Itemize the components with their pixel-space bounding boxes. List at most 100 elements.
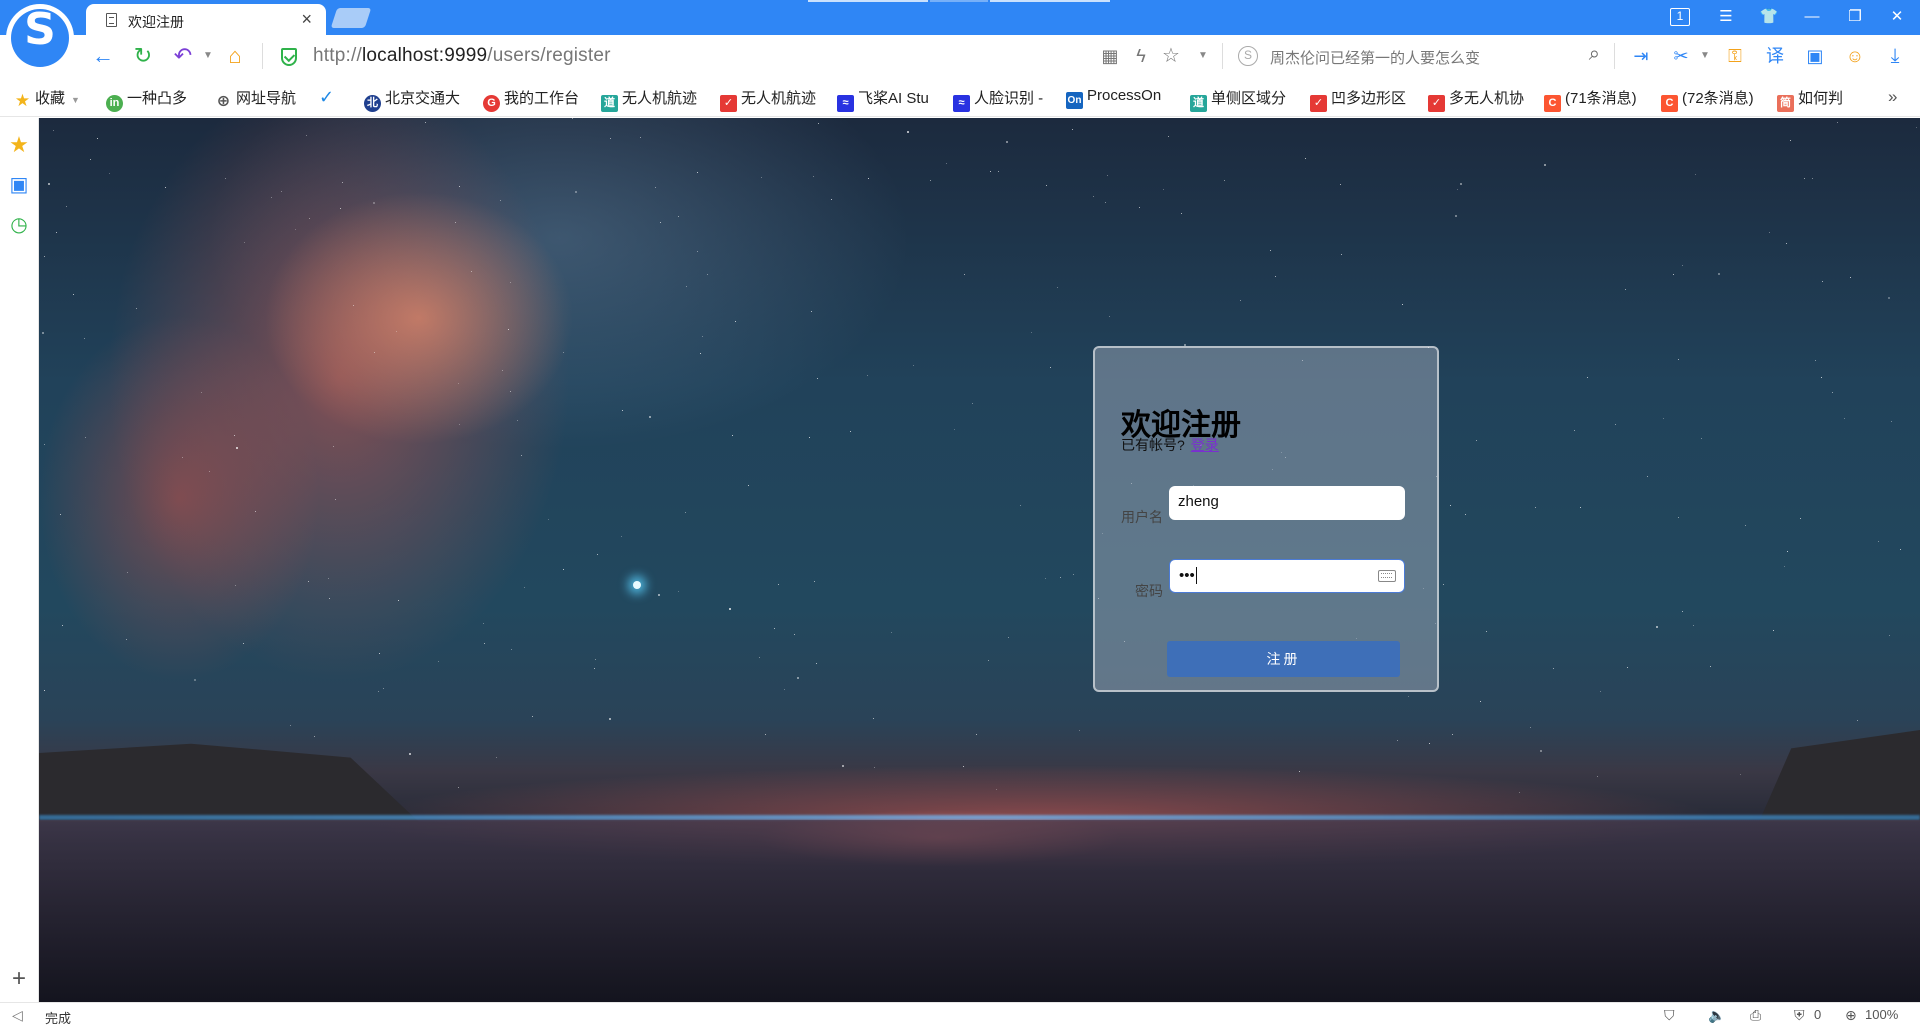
search-icon[interactable]: ⌕ (1589, 43, 1600, 66)
star (126, 639, 127, 640)
collapse-sidebar-icon[interactable]: ◁ (12, 1007, 23, 1024)
refresh-icon[interactable]: ↻ (130, 43, 156, 69)
skin-icon[interactable]: 👕 (1757, 6, 1781, 28)
search-suggestion[interactable]: 周杰伦问已经第一的人要怎么变 (1270, 47, 1480, 68)
bookmark-item[interactable]: 道单侧区域分 (1190, 87, 1286, 112)
tab-close-button[interactable]: × (301, 9, 312, 29)
bookmark-item[interactable]: G 我的工作台 (483, 87, 579, 112)
jian-icon: 简 (1777, 95, 1794, 112)
register-button[interactable]: 注册 (1167, 641, 1400, 677)
dropdown-icon[interactable]: ▼ (1190, 43, 1216, 69)
window-number-icon[interactable]: 1 (1670, 8, 1690, 26)
search-box[interactable]: S 周杰伦问已经第一的人要怎么变 ⌕ (1220, 43, 1600, 69)
star (748, 485, 749, 486)
star (409, 753, 411, 755)
bookmark-item[interactable]: ✓ 无人机航迹 (720, 87, 816, 112)
zoom-icon[interactable]: ⊕ (1845, 1007, 1857, 1024)
star (1625, 289, 1626, 290)
star (817, 378, 818, 379)
password-input[interactable]: ••• (1169, 559, 1405, 593)
browser-logo[interactable]: S (6, 4, 74, 72)
star (353, 305, 354, 306)
close-window-icon[interactable]: ✕ (1885, 6, 1909, 28)
star (842, 765, 844, 767)
translate-icon[interactable]: 译 (1762, 43, 1788, 69)
star (1888, 297, 1890, 299)
ad-block-count: 0 (1814, 1007, 1822, 1022)
login-link[interactable]: 登录 (1191, 437, 1219, 453)
title-accent-line (990, 0, 1110, 2)
star (702, 336, 703, 337)
sign-in-icon[interactable]: ⇥ (1628, 43, 1654, 69)
tab-register[interactable]: 欢迎注册 × (86, 4, 326, 35)
lightning-icon[interactable]: ϟ (1128, 43, 1154, 69)
star (732, 435, 733, 436)
bookmark-item[interactable]: 北北京交通大 (364, 87, 460, 112)
keyboard-icon[interactable] (1378, 570, 1396, 582)
minimize-icon[interactable]: — (1800, 6, 1824, 28)
screen-icon[interactable]: ▣ (1802, 43, 1828, 69)
star (85, 437, 86, 438)
back-icon[interactable]: ← (90, 43, 116, 69)
menu-icon[interactable]: ☰ (1714, 6, 1738, 28)
star (255, 511, 256, 512)
new-tab-button[interactable] (330, 8, 372, 28)
reader-icon[interactable]: ▣ (6, 172, 32, 198)
undo-dropdown-icon[interactable]: ▼ (195, 43, 221, 69)
more-bookmarks-icon[interactable]: » (1888, 87, 1897, 107)
bookmark-item[interactable]: ≈ 飞桨AI Stu (837, 87, 929, 112)
history-clock-icon[interactable]: ◷ (6, 212, 32, 238)
bookmark-item[interactable]: C (71条消息) (1544, 87, 1637, 112)
emoji-icon[interactable]: ☺ (1842, 43, 1868, 69)
username-input[interactable]: zheng (1169, 486, 1405, 520)
restore-icon[interactable]: ❐ (1843, 6, 1867, 28)
security-icon[interactable]: ⛉ (1664, 1007, 1675, 1024)
star (1163, 189, 1164, 190)
scissors-dropdown-icon[interactable]: ▼ (1692, 43, 1718, 69)
star (595, 659, 596, 660)
star (1682, 611, 1683, 612)
address-input[interactable]: http://localhost:9999/users/register (313, 45, 611, 67)
bookmark-star-icon[interactable]: ☆ (1158, 43, 1184, 69)
star (913, 365, 914, 366)
bookmark-item[interactable]: ✓ 凹多边形区 (1310, 87, 1406, 112)
paper-red-icon: ✓ (1428, 95, 1445, 112)
favorites-star-icon[interactable]: ★ (6, 132, 32, 158)
paper-icon: 道 (601, 95, 618, 112)
bookmark-item[interactable]: 简如何判 (1777, 87, 1843, 112)
star (511, 649, 512, 650)
speaker-icon[interactable]: 🔈 (1708, 1007, 1725, 1024)
star (532, 716, 533, 717)
star (621, 536, 622, 537)
star (1678, 517, 1679, 518)
star (1821, 377, 1822, 378)
key-icon[interactable]: ⚿ (1722, 43, 1748, 69)
bookmark-favorites[interactable]: ★ 收藏 ▼ (14, 87, 80, 109)
paper-icon: 道 (1190, 95, 1207, 112)
star (398, 600, 399, 601)
bookmark-item[interactable]: C (72条消息) (1661, 87, 1754, 112)
star (990, 171, 991, 172)
star (548, 519, 549, 520)
paddle-icon: ≈ (953, 95, 970, 112)
qr-code-icon[interactable]: ▦ (1097, 43, 1123, 69)
print-icon[interactable]: ⎙ (1750, 1007, 1761, 1024)
download-icon[interactable]: ⤓ (1882, 43, 1908, 69)
bookmark-item[interactable]: ≈ 人脸识别 - (953, 87, 1043, 112)
ad-block-icon[interactable]: ⛨ (1794, 1007, 1805, 1024)
zoom-level[interactable]: 100% (1865, 1007, 1898, 1022)
star (66, 206, 67, 207)
bookmark-item[interactable]: 道无人机航迹 (601, 87, 697, 112)
bookmark-item[interactable]: in 一种凸多 (106, 87, 187, 112)
bookmark-item[interactable]: On ProcessOn (1066, 87, 1161, 109)
scissors-icon[interactable]: ✂ (1668, 43, 1694, 69)
bookmark-item[interactable]: ✓ (318, 87, 339, 107)
register-card: 欢迎注册 已有帐号? 登录 用户名 zheng 密码 ••• 注册 (1093, 346, 1439, 692)
undo-close-icon[interactable]: ↶ (170, 43, 196, 69)
star (235, 585, 236, 586)
add-sidebar-icon[interactable]: + (6, 966, 32, 992)
bookmark-item[interactable]: ✓ 多无人机协 (1428, 87, 1524, 112)
bookmark-item[interactable]: ⊕ 网址导航 (215, 87, 296, 110)
home-icon[interactable]: ⌂ (222, 43, 248, 69)
star (1580, 507, 1581, 508)
